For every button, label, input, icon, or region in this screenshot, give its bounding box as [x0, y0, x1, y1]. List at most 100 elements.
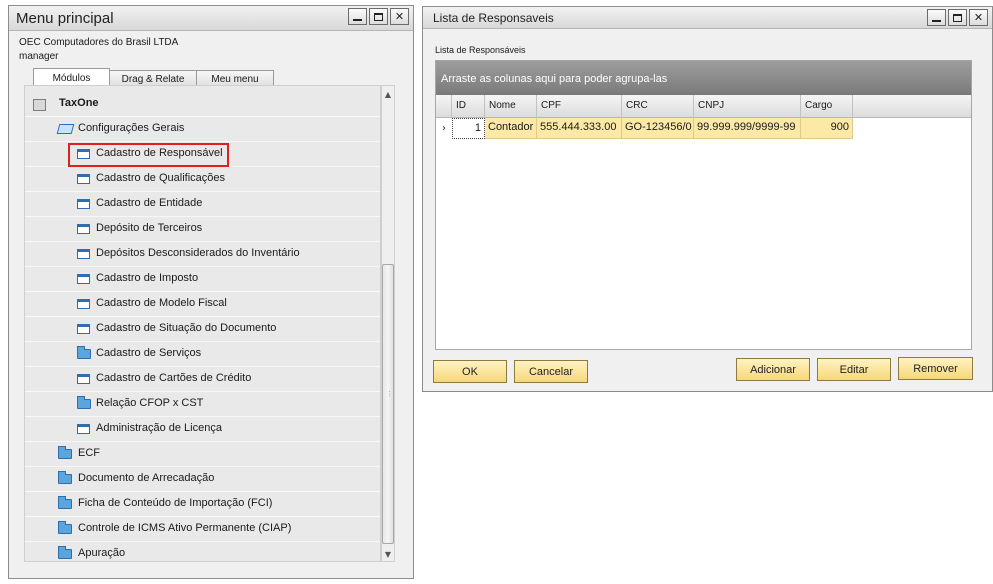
tree-folder[interactable]: Controle de ICMS Ativo Permanente (CIAP): [25, 517, 380, 542]
tree-folder[interactable]: Documento de Arrecadação: [25, 467, 380, 492]
folder-icon: [77, 396, 91, 409]
scroll-up-icon[interactable]: ▲: [382, 87, 394, 101]
form-icon: [77, 424, 90, 434]
tree-item-label: TaxOne: [59, 97, 99, 109]
tree-item-label: Cadastro de Entidade: [96, 197, 203, 209]
tree-item-label: Cadastro de Imposto: [96, 272, 199, 284]
column-header[interactable]: CRC: [622, 95, 694, 118]
folder-icon: [58, 521, 72, 534]
form-icon: [77, 374, 90, 384]
tree-folder[interactable]: ECF: [25, 442, 380, 467]
company-name: OEC Computadores do Brasil LTDA: [19, 37, 179, 48]
table-cell[interactable]: 99.999.999/9999-99: [694, 118, 801, 139]
maximize-icon: [953, 13, 962, 22]
folder-icon: [58, 546, 72, 559]
form-icon: [77, 324, 90, 334]
tree-folder[interactable]: Apuração: [25, 542, 380, 561]
form-icon: [77, 299, 90, 309]
table-cell[interactable]: Contador: [485, 118, 537, 139]
tree-item-label: Administração de Licença: [96, 422, 222, 434]
tree-item-label: Cadastro de Qualificações: [96, 172, 226, 184]
list-maximize-button[interactable]: [948, 9, 967, 26]
list-minimize-button[interactable]: [927, 9, 946, 26]
main-menu-title: Menu principal: [16, 10, 114, 27]
close-icon: ✕: [394, 10, 405, 23]
add-button[interactable]: Adicionar: [736, 358, 810, 381]
table-cell[interactable]: GO-123456/0: [622, 118, 694, 139]
column-header[interactable]: ID: [452, 95, 485, 118]
minimize-button[interactable]: [348, 8, 367, 25]
row-indicator-header: [436, 95, 452, 118]
module-tree: TaxOne Configurações Gerais Cadastro de Re…: [24, 85, 381, 562]
folder-open-icon: [56, 124, 75, 134]
tree-item[interactable]: Cadastro de Imposto: [25, 267, 380, 292]
form-icon: [77, 224, 90, 234]
tree-item[interactable]: Administração de Licença: [25, 417, 380, 442]
tree-module[interactable]: TaxOne: [25, 92, 380, 117]
responsible-grid: Arraste as colunas aqui para poder agrup…: [435, 60, 972, 350]
close-icon: ✕: [973, 11, 984, 24]
tree-folder[interactable]: Ficha de Conteúdo de Importação (FCI): [25, 492, 380, 517]
tree-item-label: Apuração: [78, 547, 126, 559]
group-by-panel[interactable]: Arraste as colunas aqui para poder agrup…: [436, 61, 971, 95]
folder-icon: [77, 346, 91, 359]
tree-item-label: Configurações Gerais: [78, 122, 185, 134]
scroll-thumb[interactable]: ⋮: [382, 264, 394, 544]
tree-item-label: Depósitos Desconsiderados do Inventário: [96, 247, 300, 259]
tree-scrollbar[interactable]: ▲ ⋮ ▼: [381, 85, 395, 562]
form-icon: [77, 274, 90, 284]
tree-item[interactable]: Cadastro de Modelo Fiscal: [25, 292, 380, 317]
list-close-button[interactable]: ✕: [969, 9, 988, 26]
close-button[interactable]: ✕: [390, 8, 409, 25]
tree-folder[interactable]: Cadastro de Serviços: [25, 342, 380, 367]
column-header[interactable]: Cargo: [801, 95, 853, 118]
tree-item[interactable]: Cadastro de Qualificações: [25, 167, 380, 192]
table-row[interactable]: › 1 Contador 555.444.333.00 GO-123456/0 …: [436, 118, 971, 139]
form-icon: [77, 199, 90, 209]
remove-button[interactable]: Remover: [898, 357, 973, 380]
column-header[interactable]: Nome: [485, 95, 537, 118]
minimize-icon: [932, 20, 941, 22]
responsible-list-window: Lista de Responsaveis ✕ Lista de Respons…: [422, 6, 993, 392]
folder-icon: [58, 446, 72, 459]
tree-item[interactable]: Cadastro de Responsável: [25, 142, 380, 167]
tree-item[interactable]: Cadastro de Situação do Documento: [25, 317, 380, 342]
tree-item-label: Depósito de Terceiros: [96, 222, 203, 234]
table-cell[interactable]: 900: [801, 118, 853, 139]
ok-button[interactable]: OK: [433, 360, 507, 383]
maximize-icon: [374, 12, 383, 21]
tree-item-label: Cadastro de Serviços: [96, 347, 202, 359]
module-icon: [33, 99, 46, 111]
tree-item-label: ECF: [78, 447, 100, 459]
tree-item-label: Ficha de Conteúdo de Importação (FCI): [78, 497, 273, 509]
column-header[interactable]: CPF: [537, 95, 622, 118]
grid-header: ID Nome CPF CRC CNPJ Cargo: [436, 95, 971, 118]
scroll-down-icon[interactable]: ▼: [382, 547, 394, 561]
main-menu-window: Menu principal ✕ OEC Computadores do Bra…: [8, 5, 414, 579]
cancel-button[interactable]: Cancelar: [514, 360, 588, 383]
column-header[interactable]: CNPJ: [694, 95, 801, 118]
tree-item-label: Controle de ICMS Ativo Permanente (CIAP): [78, 522, 292, 534]
tree-folder[interactable]: Configurações Gerais: [25, 117, 380, 142]
list-titlebar[interactable]: Lista de Responsaveis ✕: [423, 7, 992, 29]
table-cell[interactable]: 555.444.333.00: [537, 118, 622, 139]
tree-item-label: Relação CFOP x CST: [96, 397, 204, 409]
row-selector-icon[interactable]: ›: [436, 118, 452, 139]
tree-item[interactable]: Cadastro de Cartões de Crédito: [25, 367, 380, 392]
form-icon: [77, 174, 90, 184]
tree-item-label: Cadastro de Situação do Documento: [96, 322, 277, 334]
highlight-box: [68, 143, 229, 167]
tree-item[interactable]: Depósitos Desconsiderados do Inventário: [25, 242, 380, 267]
maximize-button[interactable]: [369, 8, 388, 25]
tree-item[interactable]: Cadastro de Entidade: [25, 192, 380, 217]
tree-item[interactable]: Depósito de Terceiros: [25, 217, 380, 242]
edit-button[interactable]: Editar: [817, 358, 891, 381]
tree-item-label: Cadastro de Modelo Fiscal: [96, 297, 227, 309]
tree-item-label: Documento de Arrecadação: [78, 472, 215, 484]
table-cell[interactable]: 1: [452, 118, 485, 139]
user-name: manager: [19, 51, 59, 62]
main-menu-titlebar[interactable]: Menu principal ✕: [9, 6, 413, 31]
tree-folder[interactable]: Relação CFOP x CST: [25, 392, 380, 417]
list-title: Lista de Responsaveis: [433, 11, 554, 25]
form-icon: [77, 249, 90, 259]
